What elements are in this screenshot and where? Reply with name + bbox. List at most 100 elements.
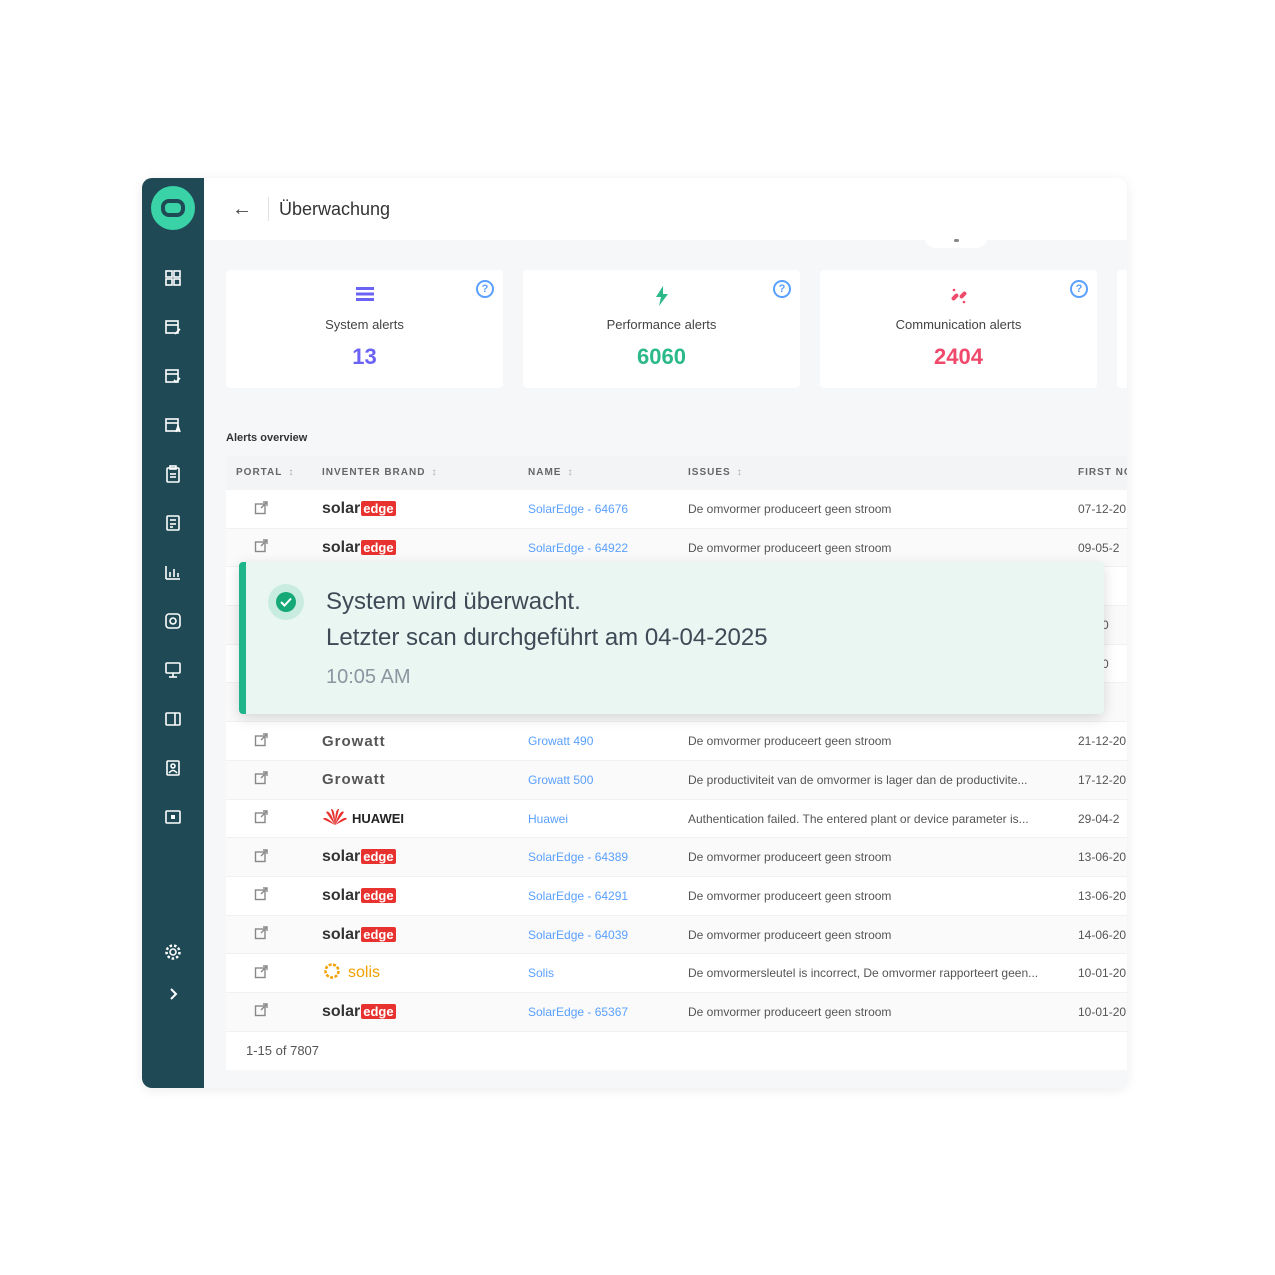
brand-text: solar <box>322 886 361 904</box>
portal-cell <box>254 993 284 1031</box>
table-footer: 1-15 of 7807 <box>226 1032 1127 1070</box>
portal-cell <box>254 838 284 876</box>
name-link[interactable]: SolarEdge - 64676 <box>528 490 668 528</box>
sidebar-item-calculator[interactable] <box>142 501 204 550</box>
card-value: 6060 <box>637 344 686 369</box>
brand-text: solis <box>348 964 381 982</box>
brand-cell: Growatt <box>322 722 502 760</box>
sidebar <box>142 178 204 1088</box>
name-link[interactable]: Growatt 490 <box>528 722 668 760</box>
sidebar-item-devices[interactable] <box>142 599 204 648</box>
issue-text: De omvormer produceert geen stroom <box>688 927 892 942</box>
first-notified-date: 21-12-20 <box>1078 734 1127 749</box>
external-link-icon[interactable] <box>254 500 268 518</box>
list-icon <box>226 286 503 306</box>
sidebar-item-clipboard[interactable] <box>142 452 204 501</box>
collapse-handle[interactable] <box>924 236 988 248</box>
name-link[interactable]: Growatt 500 <box>528 761 668 799</box>
card-communication-alerts[interactable]: ? Communication alerts 2404 <box>820 270 1097 388</box>
card-system-alerts[interactable]: ? System alerts 13 <box>226 270 503 388</box>
external-link-icon[interactable] <box>254 965 268 982</box>
column-header-brand[interactable]: INVENTER BRAND ↕ <box>322 467 436 478</box>
back-arrow-icon[interactable]: ← <box>232 198 254 221</box>
portal-cell <box>254 877 284 915</box>
column-header-label: PORTAL <box>236 467 283 478</box>
card-partial <box>1117 270 1127 388</box>
brand-text: solar <box>322 538 361 556</box>
brand-cell: solar edge <box>322 877 502 915</box>
sidebar-item-chevron-right[interactable] <box>142 975 204 1017</box>
sidebar-item-bar-chart[interactable] <box>142 550 204 599</box>
name-link[interactable]: Huawei <box>528 800 668 838</box>
external-link-icon[interactable] <box>254 926 268 943</box>
issue-text: De omvormer produceert geen stroom <box>688 734 892 749</box>
external-link-icon[interactable] <box>254 1003 268 1020</box>
name-link[interactable]: SolarEdge - 65367 <box>528 993 668 1031</box>
portal-cell <box>254 916 284 954</box>
card-value: 13 <box>352 344 377 369</box>
external-link-icon[interactable] <box>254 810 268 827</box>
alerts-overview-title: Alerts overview <box>226 432 308 444</box>
first-notified-date: 14-06-20 <box>1078 927 1127 942</box>
brand-badge: edge <box>361 501 396 516</box>
column-header-first-notified[interactable]: FIRST NO <box>1078 467 1127 478</box>
solaredge-logo: solar edge <box>322 539 396 557</box>
sidebar-item-contact[interactable] <box>142 746 204 795</box>
issue-text: De omvormer produceert geen stroom <box>688 540 892 555</box>
logo[interactable] <box>151 186 195 230</box>
toast-message: System wird überwacht. <box>326 588 581 615</box>
name-link[interactable]: SolarEdge - 64389 <box>528 838 668 876</box>
external-link-icon[interactable] <box>254 848 268 866</box>
sidebar-item-tag[interactable] <box>142 697 204 746</box>
dashboard-icon <box>164 269 182 292</box>
issue-text: De omvormersleutel is incorrect, De omvo… <box>688 966 1039 981</box>
sort-icon: ↕ <box>288 467 294 478</box>
calendar-text-icon <box>164 416 182 439</box>
calendar-check-icon <box>164 367 182 390</box>
column-header-label: ISSUES <box>688 467 731 478</box>
external-link-icon[interactable] <box>254 887 268 904</box>
table-row: solar edge SolarEdge - 64291 De omvormer pr… <box>226 877 1127 916</box>
sidebar-item-calendar-edit[interactable] <box>142 305 204 354</box>
brand-badge: edge <box>361 887 396 903</box>
name-link[interactable]: Solis <box>528 954 668 992</box>
first-notified-date: 10-01-20 <box>1078 966 1127 981</box>
card-value: 2404 <box>934 344 983 369</box>
sidebar-item-gear[interactable] <box>142 933 204 975</box>
chevron-down-icon <box>954 239 959 242</box>
portal-cell <box>254 761 284 799</box>
portal-cell <box>254 954 284 992</box>
square-icon <box>164 808 182 831</box>
first-notified-date: 13-06-20 <box>1078 888 1127 903</box>
brand-cell: HUAWEI <box>322 800 502 838</box>
name-link[interactable]: SolarEdge - 64291 <box>528 877 668 915</box>
brand-cell: solar edge <box>322 838 502 876</box>
bar-chart-icon <box>164 563 182 586</box>
first-notified-date: 13-06-20 <box>1078 850 1127 865</box>
pagination-info: 1-15 of 7807 <box>246 1042 320 1058</box>
sidebar-item-calendar-check[interactable] <box>142 354 204 403</box>
column-header-name[interactable]: NAME ↕ <box>528 467 572 478</box>
sidebar-item-square[interactable] <box>142 795 204 844</box>
calendar-edit-icon <box>164 318 182 341</box>
column-header-issues[interactable]: ISSUES ↕ <box>688 467 742 478</box>
sidebar-item-monitor[interactable] <box>142 648 204 697</box>
chevron-right-icon <box>164 985 182 1008</box>
sidebar-item-dashboard[interactable] <box>142 256 204 305</box>
brand-cell: solis <box>322 954 502 992</box>
name-link[interactable]: SolarEdge - 64039 <box>528 916 668 954</box>
sort-icon: ↕ <box>736 467 742 478</box>
toast-scan-info: Letzter scan durchgeführt am 04-04-2025 <box>326 624 768 651</box>
external-link-icon[interactable] <box>254 732 268 750</box>
external-link-icon[interactable] <box>254 539 268 556</box>
external-link-icon[interactable] <box>254 771 268 788</box>
card-performance-alerts[interactable]: ? Performance alerts 6060 <box>523 270 800 388</box>
sidebar-bottom <box>142 933 204 1017</box>
name-link[interactable]: SolarEdge - 64922 <box>528 529 668 567</box>
issue-text: De omvormer produceert geen stroom <box>688 850 892 865</box>
brand-cell: Growatt <box>322 761 502 799</box>
card-label: Performance alerts <box>606 317 717 332</box>
sidebar-item-calendar-text[interactable] <box>142 403 204 452</box>
column-header-portal[interactable]: PORTAL ↕ <box>236 467 293 478</box>
brand-badge: edge <box>361 1003 396 1019</box>
